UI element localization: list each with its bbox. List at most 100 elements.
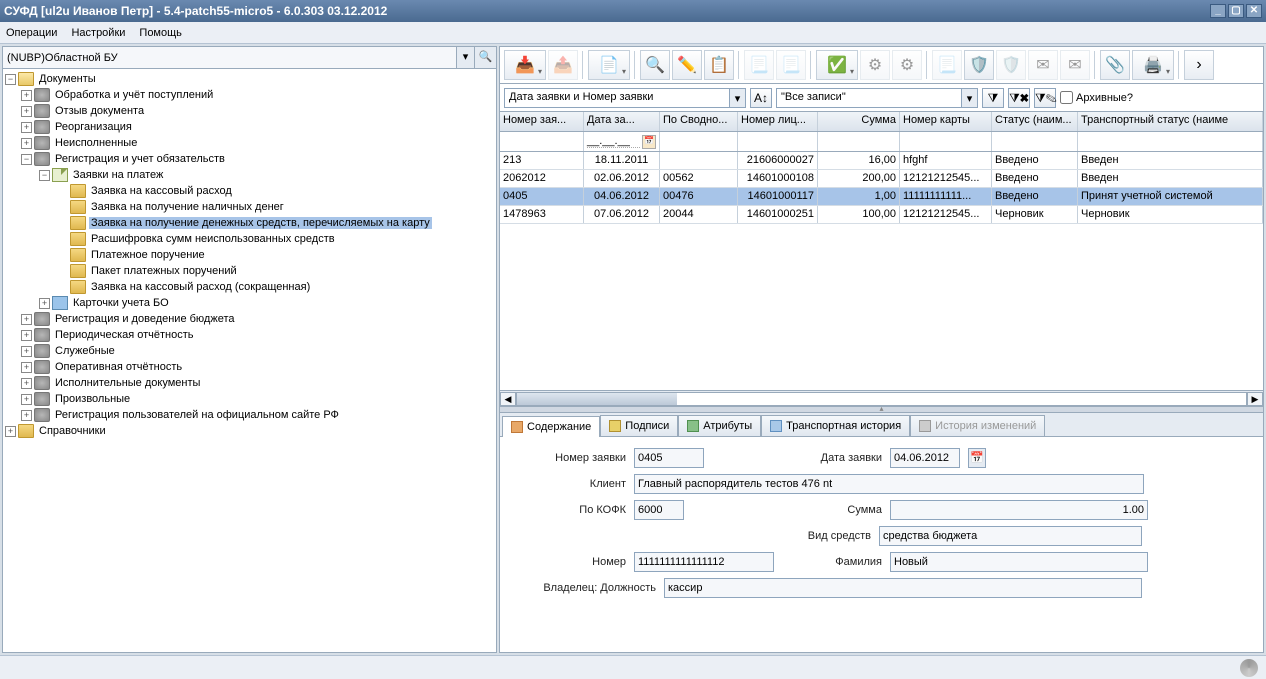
tree-root[interactable]: −Документы (3, 71, 496, 87)
folder-icon (70, 200, 86, 214)
tree-item[interactable]: +Обработка и учёт поступлений (3, 87, 496, 103)
copy-button[interactable]: 📋 (704, 50, 734, 80)
field-family[interactable] (890, 552, 1148, 572)
tree-item[interactable]: Заявка на получение наличных денег (3, 199, 496, 215)
horizontal-scrollbar[interactable]: ◀ ▶ (500, 390, 1263, 406)
chevron-down-icon[interactable]: ▾ (729, 89, 745, 107)
tree-item[interactable]: +Оперативная отчётность (3, 359, 496, 375)
table-row[interactable]: 21318.11.20112160600002716,00hfghfВведен… (500, 152, 1263, 170)
folder-icon (18, 424, 34, 438)
tab-history[interactable]: История изменений (910, 415, 1045, 436)
org-selector[interactable]: ▾ 🔍 (3, 47, 496, 69)
field-sum[interactable] (890, 500, 1148, 520)
table-row[interactable]: 147896307.06.20122004414601000251100,001… (500, 206, 1263, 224)
tree-item-selected[interactable]: Заявка на получение денежных средств, пе… (3, 215, 496, 231)
filter-button[interactable]: ⧩ (982, 88, 1004, 108)
sign-button[interactable]: 🛡️ (964, 50, 994, 80)
field-cardnum[interactable] (634, 552, 774, 572)
tree-item[interactable]: Пакет платежных поручений (3, 263, 496, 279)
tree-item[interactable]: +Исполнительные документы (3, 375, 496, 391)
db-icon (34, 104, 50, 118)
filter-cell[interactable] (500, 132, 584, 151)
more-button[interactable]: › (1184, 50, 1214, 80)
main-toolbar: 📥 📤 📄 🔍 ✏️ 📋 📃 📃 ✅ ⚙ ⚙ 📃 🛡️ 🛡️ ✉ ✉ 📎 🖨️ (499, 46, 1264, 84)
filter-cell[interactable] (992, 132, 1078, 151)
tree-item[interactable]: +Неисполненные (3, 135, 496, 151)
archive-checkbox[interactable]: Архивные? (1060, 91, 1133, 104)
col-header[interactable]: По Сводно... (660, 112, 738, 131)
edit-button[interactable]: ✏️ (672, 50, 702, 80)
chevron-down-icon[interactable]: ▾ (456, 47, 474, 68)
tree-item[interactable]: +Карточки учета БО (3, 295, 496, 311)
verify-button[interactable]: ✅ (816, 50, 858, 80)
tab-transport[interactable]: Транспортная история (761, 415, 910, 436)
tree-item[interactable]: Заявка на кассовый расход (3, 183, 496, 199)
field-request-number[interactable] (634, 448, 704, 468)
col-header[interactable]: Номер зая... (500, 112, 584, 131)
tree-item[interactable]: +Произвольные (3, 391, 496, 407)
col-header[interactable]: Номер лиц... (738, 112, 818, 131)
close-button[interactable]: ✕ (1246, 4, 1262, 18)
print-button[interactable]: 🖨️ (1132, 50, 1174, 80)
records-combo[interactable]: "Все записи"▾ (776, 88, 978, 108)
tree-item[interactable]: Расшифровка сумм неиспользованных средст… (3, 231, 496, 247)
tree-item[interactable]: +Справочники (3, 423, 496, 439)
maximize-button[interactable]: ▢ (1228, 4, 1244, 18)
import-button[interactable]: 📥 (504, 50, 546, 80)
filter-clear-button[interactable]: ⧩✖ (1008, 88, 1030, 108)
tab-content[interactable]: Содержание (502, 416, 600, 437)
org-input[interactable] (3, 47, 456, 68)
menubar: Операции Настройки Помощь (0, 22, 1266, 44)
scroll-left-icon[interactable]: ◀ (500, 392, 516, 406)
col-header[interactable]: Статус (наим... (992, 112, 1078, 131)
tab-signatures[interactable]: Подписи (600, 415, 678, 436)
field-client[interactable] (634, 474, 1144, 494)
field-request-date[interactable] (890, 448, 960, 468)
menu-settings[interactable]: Настройки (71, 27, 125, 39)
tree-item[interactable]: −Регистрация и учет обязательств (3, 151, 496, 167)
col-header[interactable]: Транспортный статус (наиме (1078, 112, 1263, 131)
menu-help[interactable]: Помощь (139, 27, 182, 39)
col-header[interactable]: Сумма (818, 112, 900, 131)
minimize-button[interactable]: _ (1210, 4, 1226, 18)
tree-item[interactable]: +Отзыв документа (3, 103, 496, 119)
menu-operations[interactable]: Операции (6, 27, 57, 39)
tree-item[interactable]: Платежное поручение (3, 247, 496, 263)
tree-item[interactable]: Заявка на кассовый расход (сокращенная) (3, 279, 496, 295)
field-kofk[interactable] (634, 500, 684, 520)
new-doc-button[interactable]: 📄 (588, 50, 630, 80)
calendar-icon[interactable]: 📅 (968, 448, 986, 468)
scroll-thumb[interactable] (517, 393, 677, 405)
tree-item[interactable]: −Заявки на платеж (3, 167, 496, 183)
filter-cell[interactable]: __.__.__📅 (584, 132, 660, 151)
filter-cell[interactable] (738, 132, 818, 151)
sort-combo[interactable]: Дата заявки и Номер заявки▾ (504, 88, 746, 108)
tree-item[interactable]: +Периодическая отчётность (3, 327, 496, 343)
tree-item[interactable]: +Регистрация и доведение бюджета (3, 311, 496, 327)
table-row[interactable]: 040504.06.201200476146010001171,00111111… (500, 188, 1263, 206)
field-vid[interactable] (879, 526, 1142, 546)
signature-icon (609, 420, 621, 432)
field-owner[interactable] (664, 578, 1142, 598)
col-header[interactable]: Дата за... (584, 112, 660, 131)
filter-cell[interactable] (900, 132, 992, 151)
attach-button[interactable]: 📎 (1100, 50, 1130, 80)
export-button: 📤 (548, 50, 578, 80)
filter-cell[interactable] (660, 132, 738, 151)
open-button[interactable]: 🔍 (640, 50, 670, 80)
table-row[interactable]: 206201202.06.20120056214601000108200,001… (500, 170, 1263, 188)
chevron-down-icon[interactable]: ▾ (961, 89, 977, 107)
tree-item[interactable]: +Регистрация пользователей на официально… (3, 407, 496, 423)
scroll-right-icon[interactable]: ▶ (1247, 392, 1263, 406)
filter-edit-button[interactable]: ⧩✎ (1034, 88, 1056, 108)
calendar-icon[interactable]: 📅 (642, 135, 656, 149)
tree-item[interactable]: +Реорганизация (3, 119, 496, 135)
filter-cell[interactable] (818, 132, 900, 151)
org-search-button[interactable]: 🔍 (474, 47, 496, 68)
tab-attributes[interactable]: Атрибуты (678, 415, 761, 436)
sort-az-button[interactable]: A↕ (750, 88, 772, 108)
filter-cell[interactable] (1078, 132, 1263, 151)
db-icon (34, 376, 50, 390)
col-header[interactable]: Номер карты (900, 112, 992, 131)
tree-item[interactable]: +Служебные (3, 343, 496, 359)
